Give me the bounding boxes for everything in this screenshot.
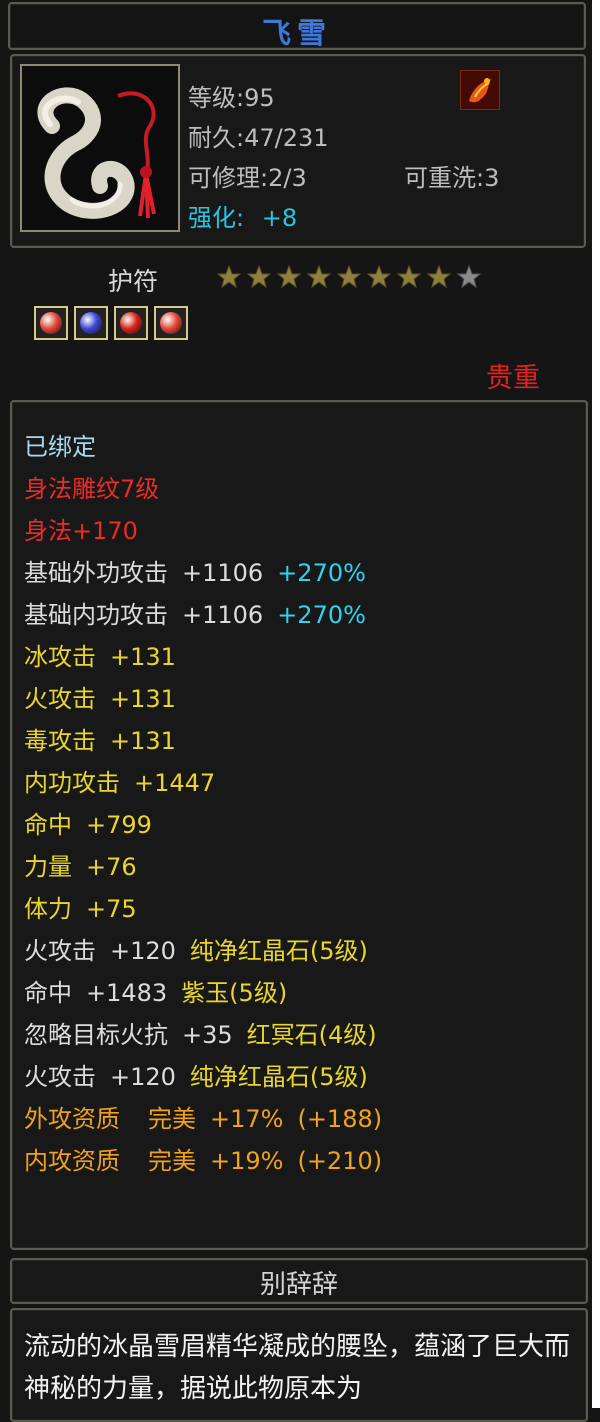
attr-value: +1483 bbox=[86, 979, 168, 1007]
gem-attr-row: 忽略目标火抗 +35 红冥石(4级) bbox=[24, 1014, 382, 1056]
red-gem-icon bbox=[120, 312, 142, 334]
gem-socket[interactable] bbox=[74, 306, 108, 340]
right-edge bbox=[592, 0, 600, 1408]
attr-row: 力量 +76 bbox=[24, 846, 382, 888]
lore-title: 别辞辞 bbox=[259, 1270, 338, 1300]
star-rating bbox=[216, 264, 482, 290]
attr-row: 冰攻击 +131 bbox=[24, 636, 382, 678]
attr-row: 毒攻击 +131 bbox=[24, 720, 382, 762]
attr-row: 内功攻击 +1447 bbox=[24, 762, 382, 804]
attr-value: +120 bbox=[110, 1063, 176, 1091]
attr-value: +1106 bbox=[182, 559, 264, 587]
item-type: 护符 bbox=[108, 267, 159, 296]
quality-percent: +17% bbox=[210, 1105, 284, 1133]
attr-label: 命中 bbox=[24, 979, 72, 1007]
rarity-label: 贵重 bbox=[486, 363, 540, 394]
attribute-list: 已绑定 身法雕纹7级 身法+170 基础外功攻击 +1106 +270% 基础内功攻… bbox=[24, 426, 382, 1182]
gem-sockets bbox=[34, 306, 188, 340]
bound-status: 已绑定 bbox=[24, 433, 96, 461]
attr-row: 火攻击 +131 bbox=[24, 678, 382, 720]
star-filled-icon bbox=[246, 264, 272, 289]
jade-pendant-icon bbox=[22, 66, 178, 230]
star-filled-icon bbox=[276, 264, 302, 289]
attr-label: 火攻击 bbox=[24, 1063, 96, 1091]
attr-label: 毒攻击 bbox=[24, 727, 96, 755]
lore-text: 流动的冰晶雪眉精华凝成的腰坠，蕴涵了巨大而神秘的力量，据说此物原本为 bbox=[24, 1332, 571, 1404]
phoenix-badge-icon[interactable] bbox=[460, 70, 500, 110]
quality-grade: 完美 bbox=[148, 1147, 196, 1175]
attr-value: +131 bbox=[110, 727, 176, 755]
attr-value: +75 bbox=[86, 895, 137, 923]
star-empty-icon bbox=[456, 264, 482, 289]
attr-row: 基础内功攻击 +1106 +270% bbox=[24, 594, 382, 636]
attr-label: 命中 bbox=[24, 811, 72, 839]
attr-label: 力量 bbox=[24, 853, 72, 881]
red-gem-icon bbox=[160, 312, 182, 334]
attr-label: 体力 bbox=[24, 895, 72, 923]
attr-value: +799 bbox=[86, 811, 152, 839]
item-name: 飞雪 bbox=[261, 16, 332, 50]
attr-value: +120 bbox=[110, 937, 176, 965]
agility-bonus: 身法+170 bbox=[24, 517, 138, 545]
quality-grade: 完美 bbox=[148, 1105, 196, 1133]
attr-label: 忽略目标火抗 bbox=[24, 1021, 168, 1049]
star-filled-icon bbox=[426, 264, 452, 289]
durability-text: 耐久:47/231 bbox=[188, 124, 329, 152]
quality-bonus: (+210) bbox=[297, 1147, 383, 1175]
gem-name: 紫玉(5级) bbox=[181, 979, 288, 1007]
star-filled-icon bbox=[336, 264, 362, 289]
quality-row: 内攻资质 完美 +19% (+210) bbox=[24, 1140, 382, 1182]
enhance-row: 强化: +8 bbox=[188, 198, 297, 233]
repairable-text: 可修理:2/3 bbox=[188, 164, 307, 192]
attr-label: 火攻击 bbox=[24, 685, 96, 713]
quality-label: 外攻资质 bbox=[24, 1105, 120, 1133]
gem-attr-row: 火攻击 +120 纯净红晶石(5级) bbox=[24, 1056, 382, 1098]
gem-socket[interactable] bbox=[34, 306, 68, 340]
blue-gem-icon bbox=[80, 312, 102, 334]
engrave-level: 身法雕纹7级 bbox=[24, 475, 160, 503]
attr-row: 命中 +799 bbox=[24, 804, 382, 846]
quality-row: 外攻资质 完美 +17% (+188) bbox=[24, 1098, 382, 1140]
red-gem-icon bbox=[40, 312, 62, 334]
enhance-label: 强化: bbox=[188, 204, 245, 232]
attr-label: 冰攻击 bbox=[24, 643, 96, 671]
attr-percent: +270% bbox=[277, 559, 366, 587]
attr-label: 内功攻击 bbox=[24, 769, 120, 797]
quality-percent: +19% bbox=[210, 1147, 284, 1175]
gem-name: 纯净红晶石(5级) bbox=[189, 1063, 368, 1091]
gem-attr-row: 火攻击 +120 纯净红晶石(5级) bbox=[24, 930, 382, 972]
attr-value: +131 bbox=[110, 643, 176, 671]
lore-title-bar: 别辞辞 bbox=[10, 1258, 588, 1304]
attr-row: 基础外功攻击 +1106 +270% bbox=[24, 552, 382, 594]
attr-value: +1106 bbox=[182, 601, 264, 629]
star-filled-icon bbox=[306, 264, 332, 289]
gem-socket[interactable] bbox=[114, 306, 148, 340]
star-filled-icon bbox=[366, 264, 392, 289]
item-icon[interactable] bbox=[20, 64, 180, 232]
attr-percent: +270% bbox=[277, 601, 366, 629]
attr-label: 基础外功攻击 bbox=[24, 559, 168, 587]
quality-label: 内攻资质 bbox=[24, 1147, 120, 1175]
star-filled-icon bbox=[216, 264, 242, 289]
title-bar: 飞雪 bbox=[8, 2, 586, 50]
gem-name: 红冥石(4级) bbox=[246, 1021, 377, 1049]
gem-name: 纯净红晶石(5级) bbox=[189, 937, 368, 965]
level-text: 等级:95 bbox=[188, 84, 275, 112]
star-filled-icon bbox=[396, 264, 422, 289]
attr-value: +1447 bbox=[134, 769, 216, 797]
gem-attr-row: 命中 +1483 紫玉(5级) bbox=[24, 972, 382, 1014]
attr-label: 基础内功攻击 bbox=[24, 601, 168, 629]
attr-label: 火攻击 bbox=[24, 937, 96, 965]
attr-value: +131 bbox=[110, 685, 176, 713]
enhance-value: +8 bbox=[261, 204, 298, 232]
attr-row: 体力 +75 bbox=[24, 888, 382, 930]
rewash-text: 可重洗:3 bbox=[404, 164, 500, 192]
quality-bonus: (+188) bbox=[297, 1105, 383, 1133]
gem-socket[interactable] bbox=[154, 306, 188, 340]
attr-value: +35 bbox=[182, 1021, 233, 1049]
attr-value: +76 bbox=[86, 853, 137, 881]
